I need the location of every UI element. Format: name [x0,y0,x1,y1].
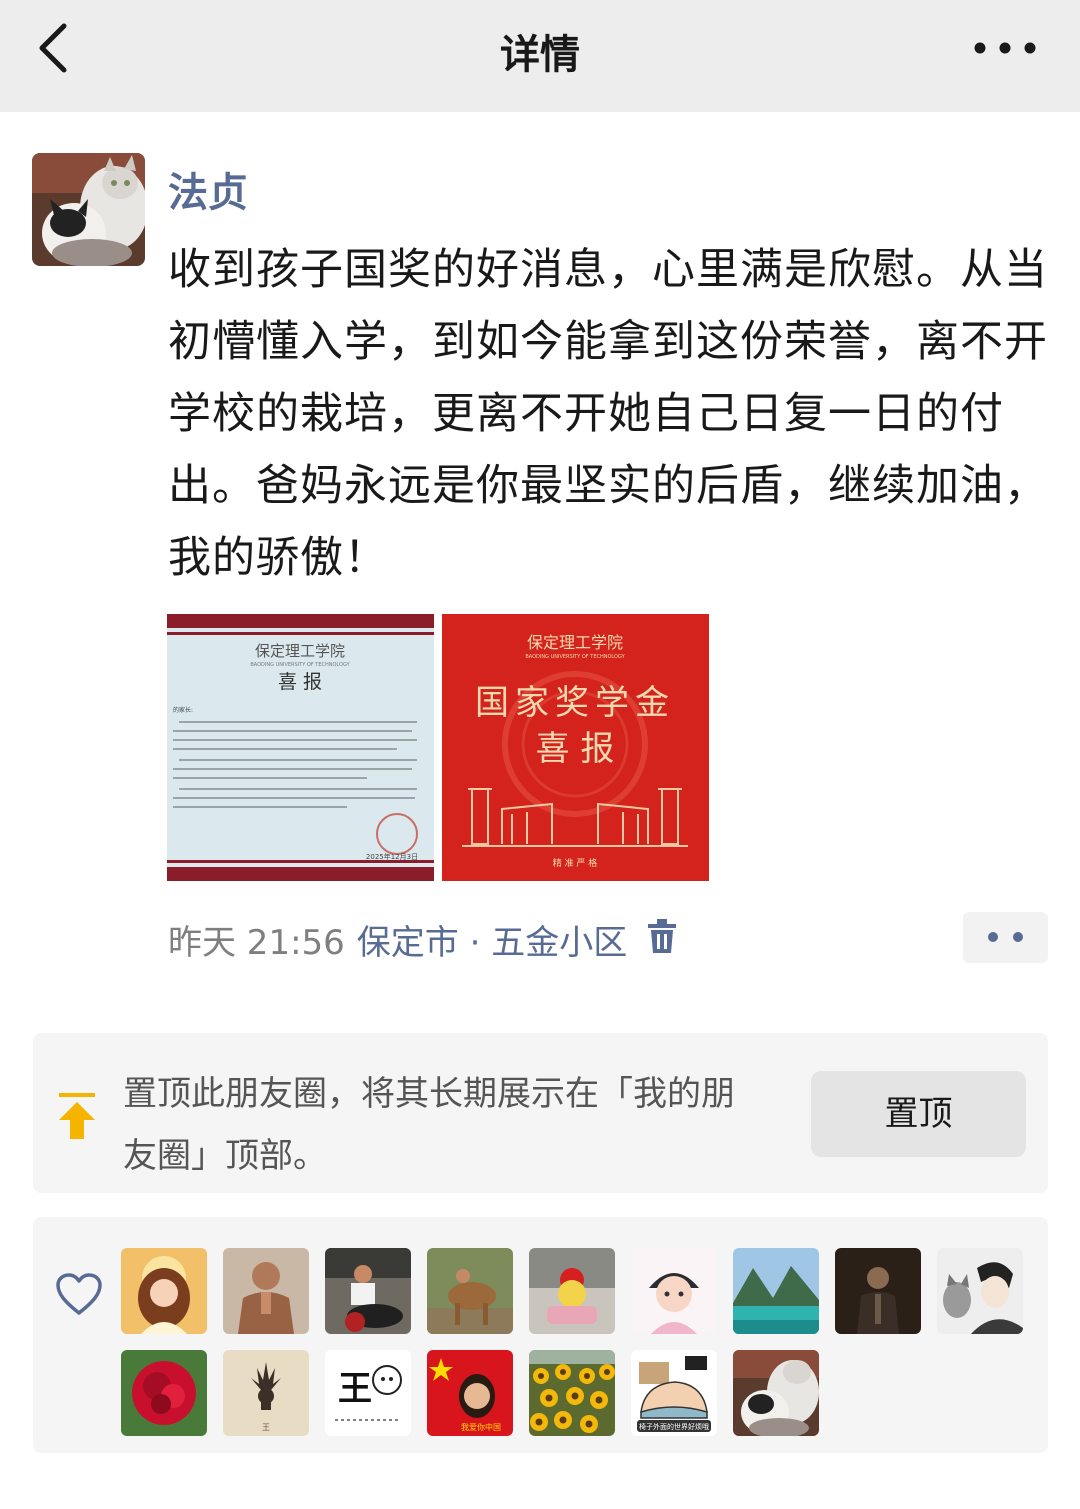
liker-avatar[interactable]: 王 [223,1350,309,1436]
photo2-subtitle: 喜 报 [536,729,615,769]
wang-avatar-text: 王 [338,1369,372,1409]
photo-scholarship-poster[interactable]: 保定理工学院 BAODING UNIVERSITY OF TECHNOLOGY … [442,614,709,881]
author-avatar[interactable] [32,153,145,266]
svg-text:王: 王 [262,1423,270,1432]
liker-avatar[interactable] [121,1248,207,1334]
liker-avatar[interactable] [121,1350,207,1436]
post-location[interactable]: 保定市 · 五金小区 [357,923,627,963]
photo2-school: 保定理工学院 [527,633,623,652]
liker-avatar[interactable] [223,1248,309,1334]
liker-avatar[interactable] [325,1248,411,1334]
liker-avatar[interactable] [529,1248,615,1334]
photo1-school: 保定理工学院 [255,642,345,660]
liker-avatar[interactable] [937,1248,1023,1334]
liker-avatar[interactable] [733,1248,819,1334]
photo2-footer: 精 准 严 格 [553,857,598,869]
top-bar: 详情 [0,0,1080,112]
cartoon-avatar-caption: 椅子外面的世界好烦哦 [639,1422,709,1431]
dots-icon [988,932,1023,942]
post-time: 昨天 21:56 [168,923,345,963]
photo2-title: 国家奖学金 [475,683,675,723]
liker-avatar[interactable]: 王 [325,1350,411,1436]
photo1-heading: 喜 报 [278,671,322,693]
pin-top-icon [59,1093,95,1139]
page-title: 详情 [500,32,580,78]
photo1-salutation: 的家长: [173,706,193,714]
comment-menu-button[interactable] [963,912,1048,963]
likes-card: 王 王 我爱你中国 椅子外面的世界好烦哦 [33,1217,1048,1453]
more-icon[interactable] [970,30,1040,66]
author-name[interactable]: 法贞 [168,160,248,218]
heart-icon [56,1273,102,1315]
liker-avatar[interactable] [631,1248,717,1334]
trash-icon[interactable] [646,918,678,954]
photo1-date: 2025年12月3日 [366,852,418,861]
liker-avatar[interactable]: 椅子外面的世界好烦哦 [631,1350,717,1436]
post-text: 收到孩子国奖的好消息，心里满是欣慰。从当初懵懂入学，到如今能拿到这份荣誉，离不开… [168,245,1048,583]
liker-avatar[interactable] [835,1248,921,1334]
pin-button[interactable]: 置顶 [811,1071,1026,1157]
photo2-school-en: BAODING UNIVERSITY OF TECHNOLOGY [525,654,625,660]
pin-description: 置顶此朋友圈，将其长期展示在「我的朋友圈」顶部。 [123,1074,735,1176]
liker-avatar[interactable] [529,1350,615,1436]
flag-avatar-caption: 我爱你中国 [461,1422,501,1432]
liker-avatar[interactable]: 我爱你中国 [427,1350,513,1436]
post-meta: 昨天 21:56 保定市 · 五金小区 [168,915,676,963]
pin-card: 置顶此朋友圈，将其长期展示在「我的朋友圈」顶部。 置顶 [33,1033,1048,1193]
liker-avatar[interactable] [733,1350,819,1436]
photo-certificate-letter[interactable]: 保定理工学院 BAODING UNIVERSITY OF TECHNOLOGY … [167,614,434,881]
photo1-school-en: BAODING UNIVERSITY OF TECHNOLOGY [250,662,350,668]
liker-avatar[interactable] [427,1248,513,1334]
